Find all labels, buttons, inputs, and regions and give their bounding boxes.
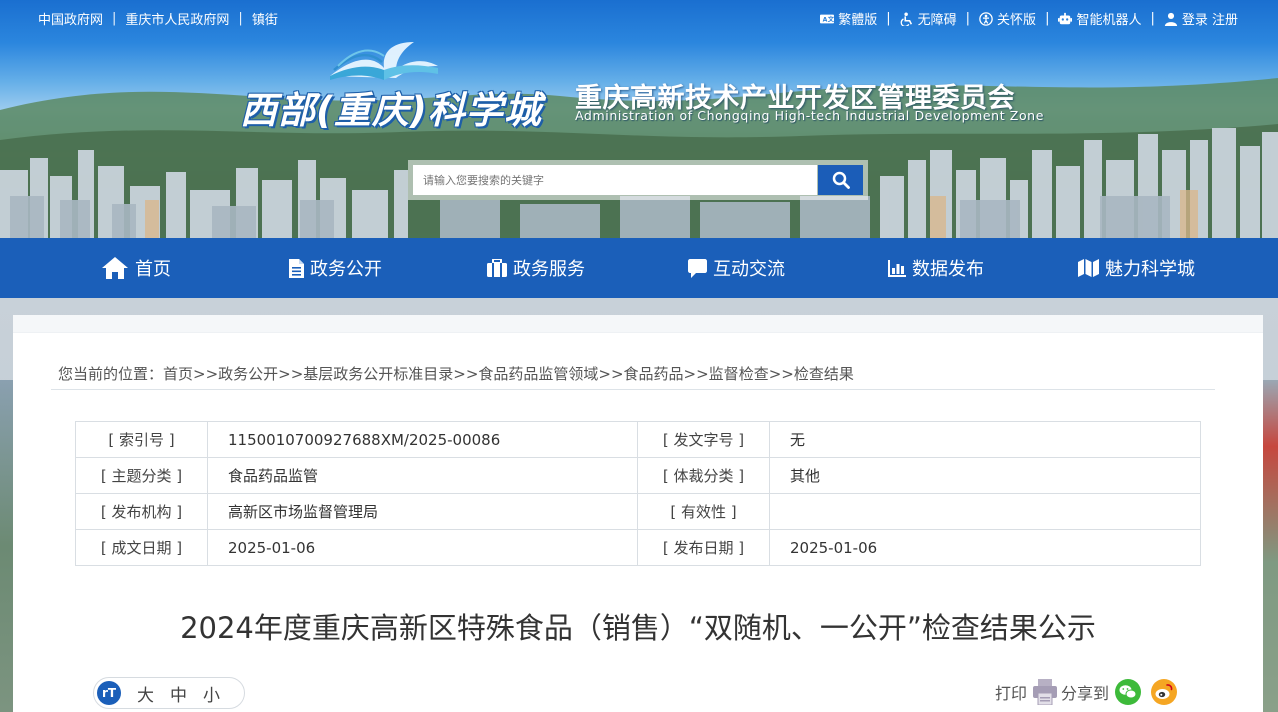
- print-label[interactable]: 打印: [995, 680, 1027, 704]
- print-share-bar: 打印 分享到: [995, 679, 1181, 705]
- divider: |: [1045, 11, 1050, 26]
- background-scenery-left: [0, 380, 14, 712]
- meta-key-index: [ 索引号 ]: [75, 421, 208, 458]
- meta-value-doc-number: 无: [769, 421, 1201, 458]
- top-utility-bar: 中国政府网 | 重庆市人民政府网 | 镇街 A文 繁體版 | 无障碍 | 关怀版…: [0, 0, 1278, 36]
- login-register-label: 登录 注册: [1181, 13, 1238, 28]
- nav-item-interaction[interactable]: 互动交流: [688, 238, 785, 298]
- table-row: [ 主题分类 ] 食品药品监管 [ 体裁分类 ] 其他: [75, 457, 1201, 494]
- elder-care-label: 关怀版: [997, 13, 1037, 28]
- svg-text:文: 文: [828, 15, 834, 23]
- chat-icon: [688, 258, 707, 278]
- accessibility-label: 无障碍: [917, 13, 957, 28]
- table-row: [ 成文日期 ] 2025-01-06 [ 发布日期 ] 2025-01-06: [75, 529, 1201, 566]
- briefcase-icon: [487, 259, 507, 277]
- header-banner: 中国政府网 | 重庆市人民政府网 | 镇街 A文 繁體版 | 无障碍 | 关怀版…: [0, 0, 1278, 238]
- search-icon: [832, 171, 850, 189]
- divider: |: [238, 11, 243, 26]
- nav-item-science-city[interactable]: 魅力科学城: [1078, 238, 1195, 298]
- nav-label: 数据发布: [912, 259, 984, 280]
- user-icon: [1164, 12, 1177, 26]
- open-book-logo-icon: [330, 42, 438, 80]
- meta-value-topic: 食品药品监管: [207, 457, 638, 494]
- link-chongqing-gov[interactable]: 重庆市人民政府网: [125, 9, 229, 28]
- document-meta-table: [ 索引号 ] 1150010700927688XM/2025-00086 [ …: [75, 421, 1201, 566]
- login-register-link[interactable]: 登录 注册: [1164, 9, 1238, 28]
- nav-item-gov-affairs[interactable]: 政务公开: [289, 238, 382, 298]
- meta-value-written-date: 2025-01-06: [207, 529, 638, 566]
- nav-label: 魅力科学城: [1105, 259, 1195, 280]
- nav-item-home[interactable]: 首页: [101, 238, 171, 298]
- font-size-medium-button[interactable]: 中: [170, 681, 187, 706]
- robot-link[interactable]: 智能机器人: [1058, 9, 1141, 28]
- meta-key-doc-number: [ 发文字号 ]: [637, 421, 770, 458]
- wechat-icon[interactable]: [1115, 679, 1142, 705]
- logo-text: 西部(重庆)科学城: [240, 89, 542, 132]
- font-size-large-button[interactable]: 大: [137, 681, 154, 706]
- nav-label: 首页: [135, 259, 171, 280]
- robot-icon: [1058, 12, 1073, 24]
- content-panel: 您当前的位置：首页>>政务公开>>基层政务公开标准目录>>食品药品监管领域>>食…: [13, 315, 1263, 712]
- divider: |: [112, 11, 117, 26]
- table-row: [ 索引号 ] 1150010700927688XM/2025-00086 [ …: [75, 421, 1201, 458]
- meta-value-publisher: 高新区市场监督管理局: [207, 493, 638, 530]
- meta-key-publisher: [ 发布机构 ]: [75, 493, 208, 530]
- meta-value-publish-date: 2025-01-06: [769, 529, 1201, 566]
- main-nav: 首页 政务公开 政务服务 互动交流 数据发布 魅力科学城: [0, 238, 1278, 298]
- meta-key-publish-date: [ 发布日期 ]: [637, 529, 770, 566]
- search-button[interactable]: [818, 165, 863, 195]
- elder-care-icon: [979, 11, 993, 26]
- search-bar: [408, 160, 868, 200]
- font-size-switcher: rT 大 中 小: [93, 677, 245, 709]
- traditional-chinese-link[interactable]: A文 繁體版: [820, 9, 877, 28]
- divider: |: [1150, 11, 1155, 26]
- nav-label: 互动交流: [713, 259, 785, 280]
- share-label: 分享到: [1061, 684, 1110, 703]
- meta-value-index: 1150010700927688XM/2025-00086: [207, 421, 638, 458]
- svg-text:A: A: [823, 16, 828, 23]
- breadcrumb-divider: [51, 389, 1215, 390]
- elder-care-link[interactable]: 关怀版: [979, 9, 1036, 28]
- meta-key-topic: [ 主题分类 ]: [75, 457, 208, 494]
- nav-label: 政务公开: [310, 259, 382, 280]
- bar-chart-icon: [888, 259, 906, 277]
- home-icon: [102, 257, 128, 279]
- nav-item-gov-services[interactable]: 政务服务: [487, 238, 585, 298]
- traditional-chinese-label: 繁體版: [838, 13, 878, 28]
- accessibility-icon: [900, 11, 912, 26]
- background-scenery-right: [1262, 380, 1278, 712]
- org-subtitle: Administration of Chongqing High-tech In…: [575, 108, 1044, 123]
- nav-item-data[interactable]: 数据发布: [888, 238, 984, 298]
- gov-links: 中国政府网 | 重庆市人民政府网 | 镇街: [38, 9, 278, 28]
- meta-key-written-date: [ 成文日期 ]: [75, 529, 208, 566]
- article-title: 2024年度重庆高新区特殊食品（销售）“双随机、一公开”检查结果公示: [180, 611, 1096, 645]
- meta-value-genre: 其他: [769, 457, 1201, 494]
- utility-links: A文 繁體版 | 无障碍 | 关怀版 | 智能机器人 | 登录 注册: [820, 9, 1238, 28]
- breadcrumb[interactable]: 您当前的位置：首页>>政务公开>>基层政务公开标准目录>>食品药品监管领域>>食…: [58, 363, 854, 384]
- document-icon: [289, 258, 304, 278]
- robot-label: 智能机器人: [1076, 13, 1142, 28]
- weibo-icon[interactable]: [1151, 679, 1178, 705]
- divider: |: [886, 11, 891, 26]
- panel-top-strip: [13, 315, 1263, 333]
- nav-label: 政务服务: [513, 259, 585, 280]
- accessibility-link[interactable]: 无障碍: [900, 9, 957, 28]
- link-china-gov[interactable]: 中国政府网: [38, 9, 103, 28]
- meta-value-validity: [769, 493, 1201, 530]
- meta-key-validity: [ 有效性 ]: [637, 493, 770, 530]
- table-row: [ 发布机构 ] 高新区市场监督管理局 [ 有效性 ]: [75, 493, 1201, 530]
- search-input[interactable]: [413, 165, 817, 195]
- font-size-icon: rT: [97, 681, 121, 705]
- link-towns[interactable]: 镇街: [252, 9, 278, 28]
- map-icon: [1078, 259, 1099, 277]
- divider: |: [965, 11, 971, 26]
- language-icon: A文: [820, 14, 835, 23]
- font-size-small-button[interactable]: 小: [203, 681, 220, 706]
- meta-key-genre: [ 体裁分类 ]: [637, 457, 770, 494]
- printer-icon[interactable]: [1033, 679, 1058, 705]
